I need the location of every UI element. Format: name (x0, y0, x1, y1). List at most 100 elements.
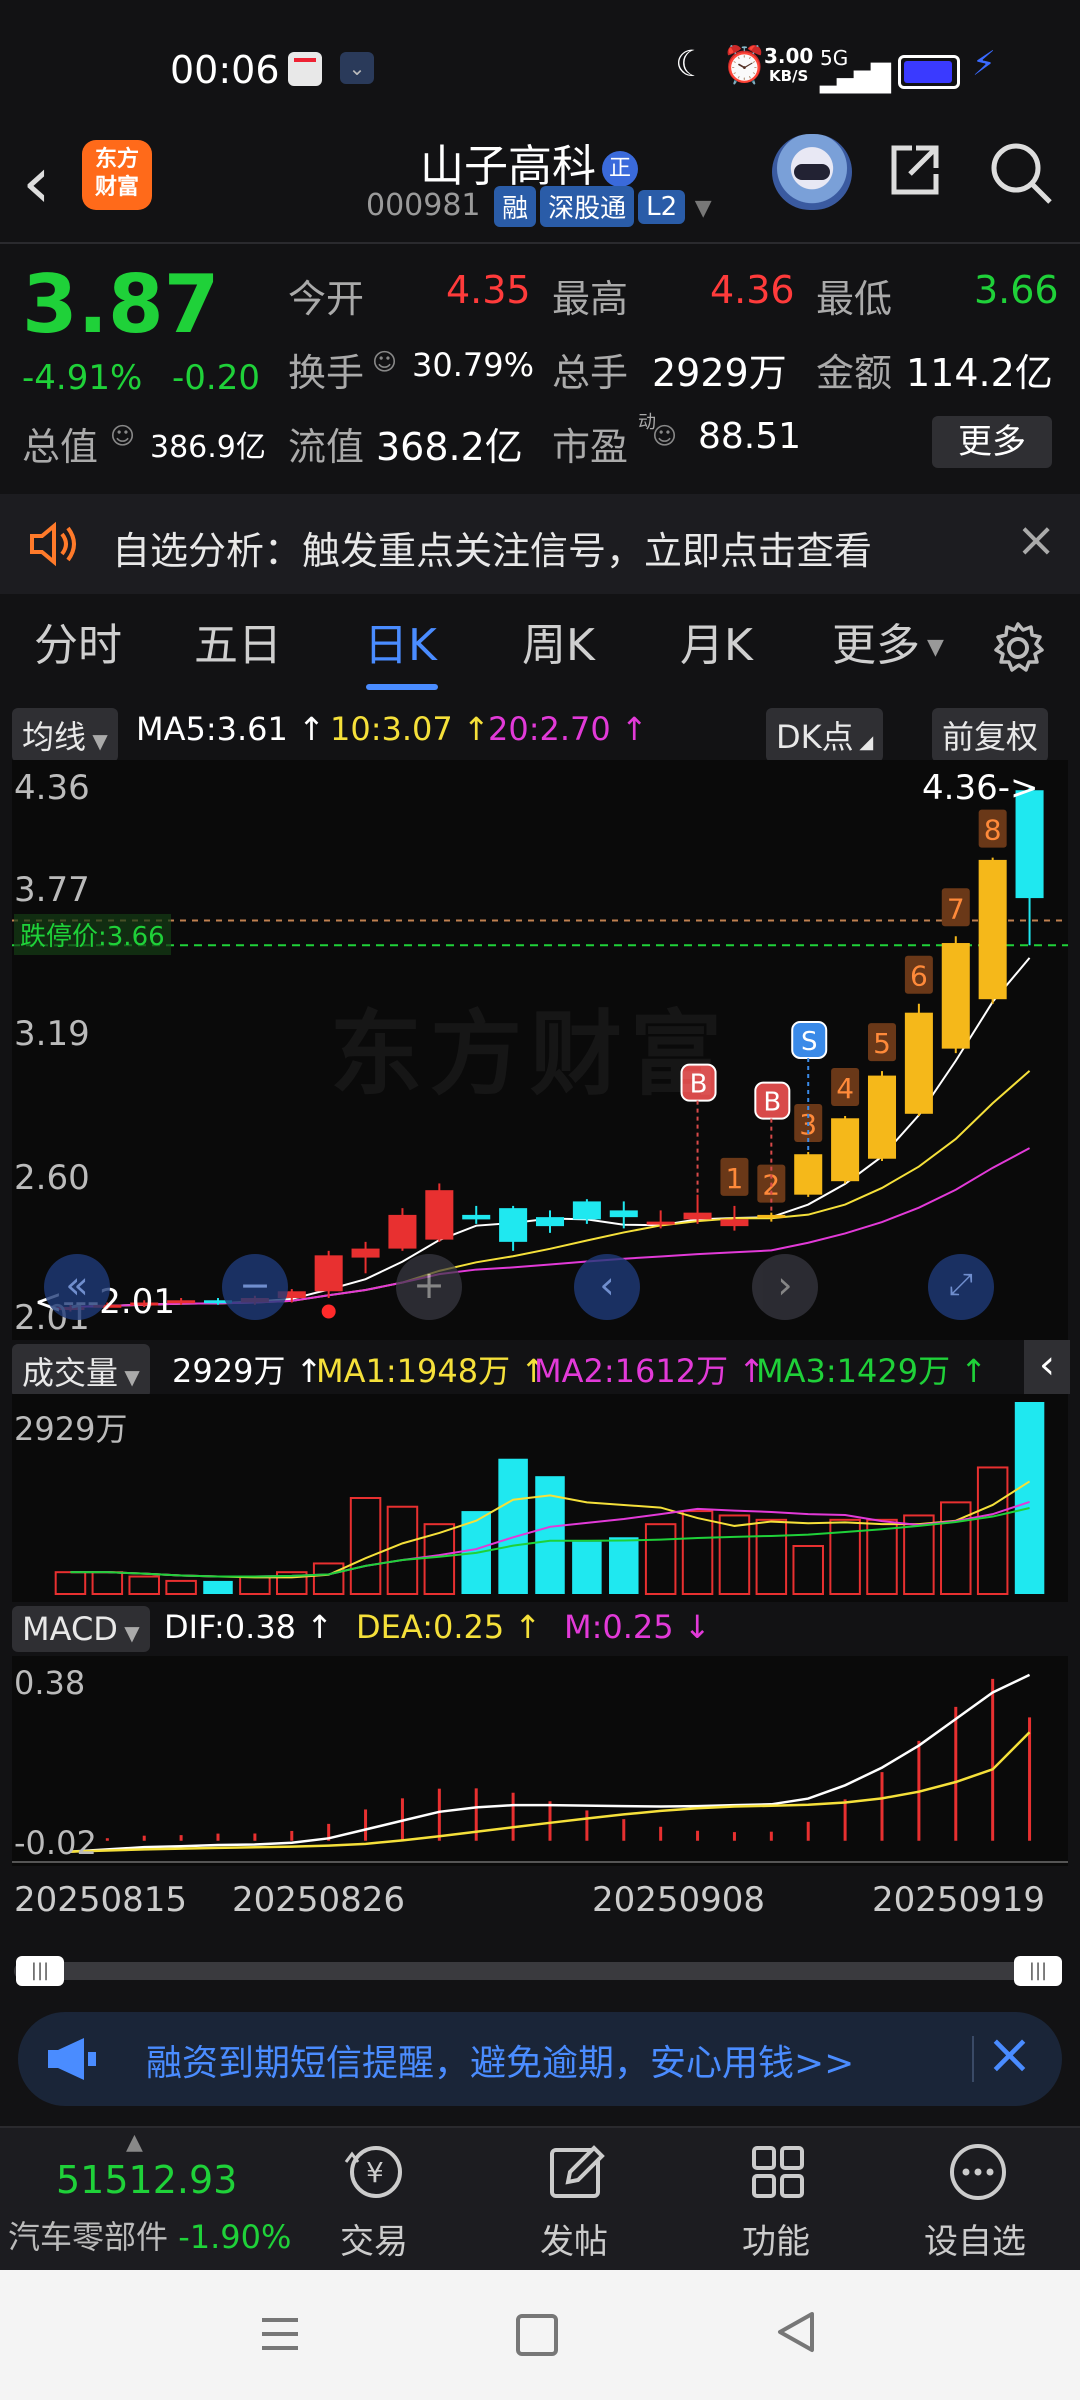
info-icon[interactable]: ☺ (110, 422, 135, 450)
dk-point-button[interactable]: DK点 ◢ (766, 708, 884, 762)
value-amount: 114.2亿 (906, 351, 1053, 395)
nav-trade[interactable]: 交易 (340, 2214, 408, 2263)
date-label-4: 20250919 (872, 1880, 1046, 1920)
charging-icon: ⚡ (972, 44, 996, 84)
vol-ma3: MA3:1429万 ↑ (756, 1352, 988, 1390)
back-triangle-icon[interactable] (774, 2310, 818, 2358)
back-button[interactable]: ‹ (22, 142, 51, 222)
expand-icon[interactable]: ⤢ (928, 1254, 994, 1320)
volume-row: 成交量 ▼ 2929万 ↑ MA1:1948万 ↑ MA2:1612万 ↑ MA… (0, 1340, 1080, 1398)
megaphone-icon (44, 2036, 100, 2086)
caret-up-icon[interactable]: ▲ (126, 2130, 143, 2155)
tab-weekly-k[interactable]: 周K (522, 606, 595, 686)
candle-body (388, 1214, 417, 1249)
macd-chart (12, 1656, 1068, 1866)
value-total-value: 386.9亿 (150, 430, 266, 465)
nav-functions[interactable]: 功能 (742, 2214, 810, 2263)
candle-body (941, 943, 970, 1049)
stock-code-row: 000981 融深股通 L2 ▼ (366, 186, 712, 227)
active-tab-indicator (366, 684, 438, 690)
date-label-1: 20250815 (14, 1880, 188, 1920)
volume-value: 2929万 ↑ (172, 1352, 323, 1390)
share-icon[interactable] (884, 140, 944, 200)
signal-count: 5 (873, 1027, 891, 1060)
candle-body (720, 1219, 749, 1227)
candle-body (757, 1214, 786, 1218)
app-logo[interactable]: 东方 财富 (82, 140, 152, 210)
range-handle-right[interactable]: ||| (1014, 1956, 1062, 1986)
more-button[interactable]: 更多 (932, 416, 1052, 468)
label-high: 最高 (552, 277, 629, 321)
tab-monthly-k[interactable]: 月K (680, 606, 753, 686)
double-left-icon[interactable]: « (44, 1254, 110, 1320)
candle-body (425, 1190, 454, 1240)
ma-selector[interactable]: 均线 ▼ (12, 708, 118, 762)
bottom-toolbar: ▲ 51512.93 汽车零部件 -1.90% ¥ 交易 发帖 功能 设自选 (0, 2126, 1080, 2272)
y-label-2: 3.77 (14, 870, 90, 910)
promo-banner[interactable]: 融资到期短信提醒，避免逾期，安心用钱>> × (18, 2012, 1062, 2106)
post-icon[interactable] (546, 2142, 608, 2206)
close-icon[interactable]: × (1016, 512, 1056, 568)
menu-icon[interactable] (258, 2312, 302, 2360)
enterprise-badge: 正 (602, 151, 638, 187)
value-float-value: 368.2亿 (376, 425, 523, 469)
close-icon[interactable]: × (986, 2022, 1033, 2087)
info-icon[interactable]: ☺ (372, 348, 397, 376)
candle-body (351, 1248, 380, 1258)
candle-body (867, 1075, 897, 1159)
candle-body (978, 859, 1007, 1000)
trade-icon[interactable]: ¥ (340, 2142, 410, 2206)
tab-daily-k[interactable]: 日K (364, 606, 437, 686)
zoom-out-icon[interactable]: − (222, 1254, 288, 1320)
value-low: 3.66 (974, 268, 1059, 312)
promo-text[interactable]: 融资到期短信提醒，避免逾期，安心用钱>> (146, 2034, 854, 2086)
limit-down-label: 跌停价:3.66 (14, 914, 171, 955)
tab-intraday[interactable]: 分时 (34, 606, 122, 686)
volume-selector[interactable]: 成交量 ▼ (12, 1344, 150, 1398)
nav-add-watchlist[interactable]: 设自选 (924, 2214, 1026, 2263)
low-dot (321, 1304, 336, 1319)
change-amount: -0.20 (172, 358, 260, 398)
high-marker: 4.36-> (922, 768, 1039, 808)
sector-info[interactable]: 汽车零部件 -1.90% (8, 2212, 291, 2258)
zoom-in-icon[interactable]: + (396, 1254, 462, 1320)
macd-background (12, 1656, 1068, 1866)
volume-bar (572, 1541, 602, 1594)
y-label-high: 4.36 (14, 768, 90, 808)
range-handle-left[interactable]: ||| (16, 1956, 64, 1986)
signal-count: 8 (984, 814, 1002, 847)
home-icon[interactable] (516, 2314, 558, 2356)
range-scrollbar[interactable] (14, 1962, 1062, 1980)
candle-body (499, 1208, 528, 1242)
tab-five-day[interactable]: 五日 (194, 606, 282, 686)
settings-gear-icon[interactable] (990, 620, 1046, 680)
tab-more[interactable]: 更多 ▼ (832, 606, 944, 686)
info-icon[interactable]: ☺ (652, 422, 677, 450)
collapse-icon[interactable]: ‹ (1024, 1340, 1070, 1394)
candle-body (831, 1118, 860, 1182)
more-dots-icon[interactable] (948, 2142, 1008, 2206)
caret-down-icon[interactable]: ▼ (695, 196, 712, 221)
candle-body (609, 1210, 638, 1218)
search-icon[interactable] (988, 140, 1054, 206)
candle-body (314, 1255, 343, 1292)
next-icon[interactable]: › (752, 1254, 818, 1320)
svg-text:¥: ¥ (366, 2156, 384, 2189)
adjust-button[interactable]: 前复权 (932, 708, 1049, 762)
prev-icon[interactable]: ‹ (574, 1254, 640, 1320)
macd-y-top: 0.38 (14, 1664, 86, 1702)
candle-body (683, 1212, 712, 1220)
tag-margin: 融 (494, 186, 537, 227)
functions-icon[interactable] (748, 2142, 808, 2206)
system-nav-bar (0, 2270, 1080, 2400)
candle-body (904, 1012, 933, 1114)
nav-post[interactable]: 发帖 (540, 2214, 608, 2263)
notice-bar[interactable]: 自选分析：触发重点关注信号，立即点击查看 × (0, 494, 1080, 594)
sector-index-value[interactable]: 51512.93 (56, 2158, 237, 2202)
label-amount: 金额 (816, 351, 893, 395)
calendar-icon (288, 52, 322, 86)
macd-selector[interactable]: MACD ▼ (12, 1606, 150, 1652)
tag-connect: 深股通 (540, 186, 635, 227)
notice-text[interactable]: 自选分析：触发重点关注信号，立即点击查看 (112, 520, 872, 575)
robot-assistant-icon[interactable] (772, 134, 852, 210)
